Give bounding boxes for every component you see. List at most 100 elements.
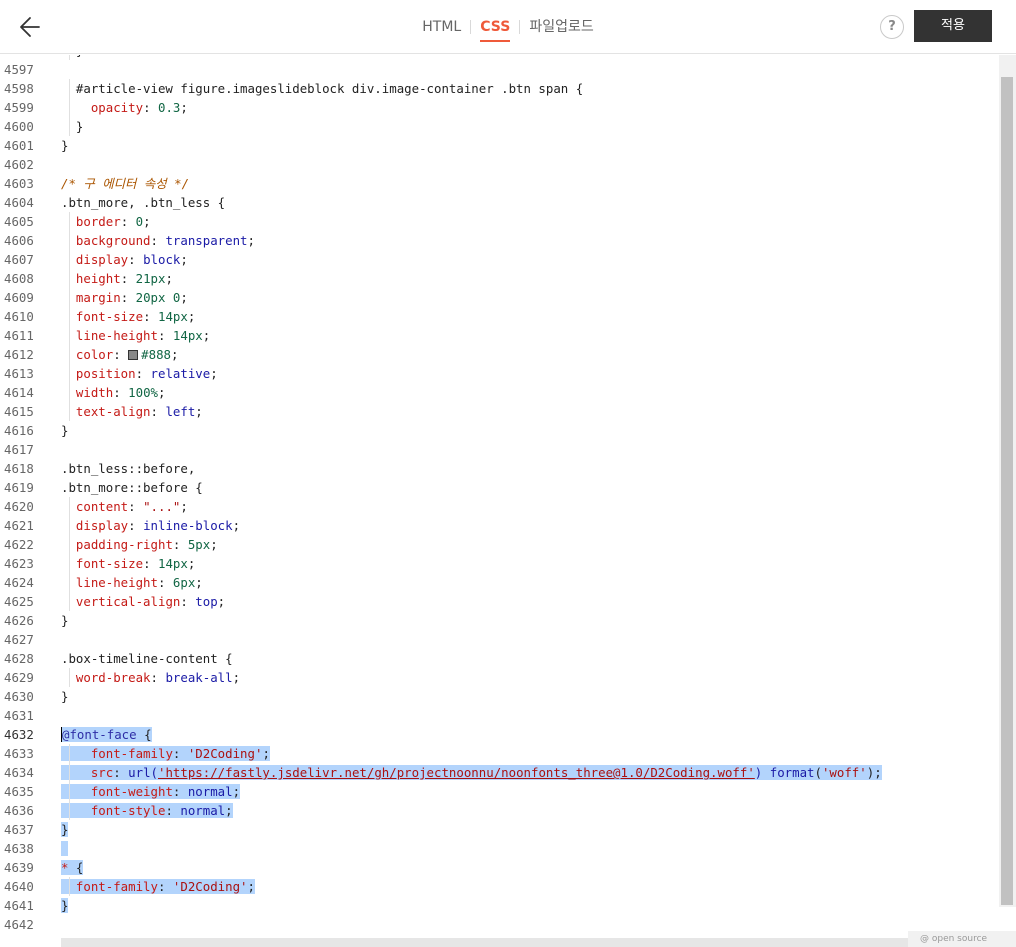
- code-line[interactable]: 4624 line-height: 6px;: [0, 573, 1000, 592]
- horizontal-scrollbar[interactable]: [61, 938, 915, 947]
- code-text[interactable]: border: 0;: [61, 212, 151, 231]
- code-line[interactable]: 4599 opacity: 0.3;: [0, 98, 1000, 117]
- code-line[interactable]: 4625 vertical-align: top;: [0, 592, 1000, 611]
- code-line[interactable]: 4629 word-break: break-all;: [0, 668, 1000, 687]
- code-line[interactable]: 4615 text-align: left;: [0, 402, 1000, 421]
- code-line[interactable]: 4611 line-height: 14px;: [0, 326, 1000, 345]
- code-editor[interactable]: 4596 }45974598 #article-view figure.imag…: [0, 55, 1016, 947]
- code-text[interactable]: margin: 20px 0;: [61, 288, 188, 307]
- code-text[interactable]: }: [61, 136, 68, 155]
- indent-guide: [69, 326, 70, 345]
- code-line[interactable]: 4616}: [0, 421, 1000, 440]
- code-line[interactable]: 4638: [0, 839, 1000, 858]
- code-line[interactable]: 4639 * {: [0, 858, 1000, 877]
- code-line[interactable]: 4634 src: url('https://fastly.jsdelivr.n…: [0, 763, 1000, 782]
- code-line[interactable]: 4633 font-family: 'D2Coding';: [0, 744, 1000, 763]
- code-text[interactable]: }: [61, 896, 69, 915]
- tab-html[interactable]: HTML: [413, 0, 470, 54]
- code-text[interactable]: font-size: 14px;: [61, 307, 195, 326]
- code-text[interactable]: * {: [61, 858, 84, 877]
- code-text[interactable]: display: inline-block;: [61, 516, 240, 535]
- code-line[interactable]: 4606 background: transparent;: [0, 231, 1000, 250]
- code-line[interactable]: 4610 font-size: 14px;: [0, 307, 1000, 326]
- code-line[interactable]: 4608 height: 21px;: [0, 269, 1000, 288]
- code-line[interactable]: 4632 @font-face {: [0, 725, 1000, 744]
- code-line[interactable]: 4623 font-size: 14px;: [0, 554, 1000, 573]
- code-text[interactable]: vertical-align: top;: [61, 592, 225, 611]
- code-line[interactable]: 4622 padding-right: 5px;: [0, 535, 1000, 554]
- code-text[interactable]: content: "...";: [61, 497, 188, 516]
- code-text[interactable]: word-break: break-all;: [61, 668, 240, 687]
- code-text[interactable]: text-align: left;: [61, 402, 203, 421]
- code-text[interactable]: [61, 839, 69, 858]
- code-text[interactable]: background: transparent;: [61, 231, 255, 250]
- code-line[interactable]: 4597: [0, 60, 1000, 79]
- code-line[interactable]: 4618 .btn_less::before,: [0, 459, 1000, 478]
- code-text[interactable]: font-size: 14px;: [61, 554, 195, 573]
- code-text[interactable]: }: [61, 611, 68, 630]
- code-text[interactable]: font-family: 'D2Coding';: [61, 744, 270, 763]
- code-text[interactable]: padding-right: 5px;: [61, 535, 218, 554]
- code-text[interactable]: height: 21px;: [61, 269, 173, 288]
- code-text[interactable]: }: [61, 117, 83, 136]
- code-line[interactable]: 4617: [0, 440, 1000, 459]
- code-line[interactable]: 4603 /* 구 에디터 속성 */: [0, 174, 1000, 193]
- code-text[interactable]: line-height: 14px;: [61, 326, 210, 345]
- code-line[interactable]: 4619 .btn_more::before {: [0, 478, 1000, 497]
- code-text[interactable]: @font-face {: [61, 725, 152, 744]
- tab-file-upload[interactable]: 파일업로드: [520, 0, 602, 54]
- code-line[interactable]: 4609 margin: 20px 0;: [0, 288, 1000, 307]
- code-line[interactable]: 4613 position: relative;: [0, 364, 1000, 383]
- code-text[interactable]: font-family: 'D2Coding';: [61, 877, 255, 896]
- code-line[interactable]: 4612 color: #888;: [0, 345, 1000, 364]
- indent-guide: [69, 516, 70, 535]
- code-lines[interactable]: 4596 }45974598 #article-view figure.imag…: [0, 55, 1000, 934]
- code-line[interactable]: 4636 font-style: normal;: [0, 801, 1000, 820]
- code-text[interactable]: font-style: normal;: [61, 801, 233, 820]
- code-line[interactable]: 4628 .box-timeline-content {: [0, 649, 1000, 668]
- indent-guide: [69, 801, 70, 820]
- code-text[interactable]: color: #888;: [61, 345, 179, 364]
- code-line[interactable]: 4637}: [0, 820, 1000, 839]
- help-button[interactable]: ?: [880, 15, 904, 39]
- code-text[interactable]: position: relative;: [61, 364, 218, 383]
- code-text[interactable]: .btn_more::before {: [61, 478, 203, 497]
- code-line[interactable]: 4620 content: "...";: [0, 497, 1000, 516]
- code-line[interactable]: 4641}: [0, 896, 1000, 915]
- code-line[interactable]: 4630}: [0, 687, 1000, 706]
- code-text[interactable]: src: url('https://fastly.jsdelivr.net/gh…: [61, 763, 882, 782]
- code-line[interactable]: 4605 border: 0;: [0, 212, 1000, 231]
- code-text[interactable]: font-weight: normal;: [61, 782, 241, 801]
- apply-button[interactable]: 적용: [914, 10, 992, 42]
- code-text[interactable]: .box-timeline-content {: [61, 649, 233, 668]
- code-line[interactable]: 4614 width: 100%;: [0, 383, 1000, 402]
- code-line[interactable]: 4607 display: block;: [0, 250, 1000, 269]
- code-text[interactable]: line-height: 6px;: [61, 573, 203, 592]
- code-line[interactable]: 4627: [0, 630, 1000, 649]
- tab-css[interactable]: CSS: [471, 0, 519, 54]
- indent-guide: [69, 288, 70, 307]
- code-line[interactable]: 4598 #article-view figure.imageslidebloc…: [0, 79, 1000, 98]
- code-text[interactable]: opacity: 0.3;: [61, 98, 188, 117]
- code-line[interactable]: 4600 }: [0, 117, 1000, 136]
- open-source-label[interactable]: @ open source: [908, 931, 1016, 947]
- code-line[interactable]: 4601}: [0, 136, 1000, 155]
- code-text[interactable]: }: [61, 421, 68, 440]
- code-line[interactable]: 4642: [0, 915, 1000, 934]
- code-line[interactable]: 4635 font-weight: normal;: [0, 782, 1000, 801]
- code-text[interactable]: /* 구 에디터 속성 */: [61, 174, 189, 193]
- code-line[interactable]: 4604 .btn_more, .btn_less {: [0, 193, 1000, 212]
- code-line[interactable]: 4631: [0, 706, 1000, 725]
- code-line[interactable]: 4640 font-family: 'D2Coding';: [0, 877, 1000, 896]
- code-text[interactable]: width: 100%;: [61, 383, 166, 402]
- code-text[interactable]: }: [61, 820, 69, 839]
- code-text[interactable]: }: [61, 687, 68, 706]
- code-line[interactable]: 4621 display: inline-block;: [0, 516, 1000, 535]
- code-line[interactable]: 4602: [0, 155, 1000, 174]
- code-line[interactable]: 4626}: [0, 611, 1000, 630]
- code-text[interactable]: .btn_more, .btn_less {: [61, 193, 225, 212]
- code-text[interactable]: #article-view figure.imageslideblock div…: [61, 79, 583, 98]
- code-text[interactable]: display: block;: [61, 250, 188, 269]
- vertical-scrollbar-thumb[interactable]: [1001, 77, 1013, 905]
- code-text[interactable]: .btn_less::before,: [61, 459, 195, 478]
